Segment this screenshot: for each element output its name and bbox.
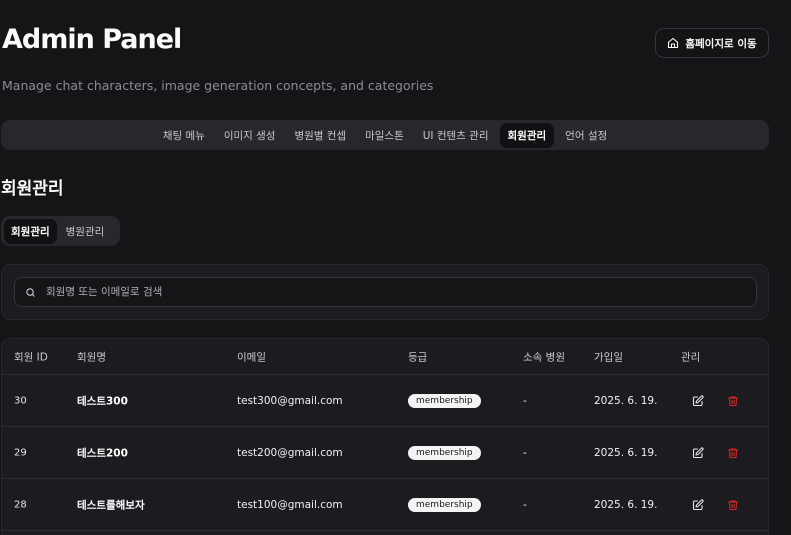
table-row: 28 테스트를해보자 test100@gmail.com membership … — [2, 479, 768, 531]
member-id: 29 — [14, 447, 27, 458]
member-email: test100@gmail.com — [237, 498, 343, 511]
trash-icon — [727, 499, 739, 510]
member-id: 30 — [14, 395, 27, 406]
home-button-label: 홈페이지로 이동 — [685, 37, 757, 50]
tab-hospital-concept[interactable]: 병원별 컨셉 — [286, 123, 354, 148]
home-button[interactable]: 홈페이지로 이동 — [655, 28, 769, 58]
edit-button[interactable] — [691, 498, 705, 512]
column-header-manage: 관리 — [681, 351, 701, 363]
edit-button[interactable] — [691, 394, 705, 408]
subtab-hospitals[interactable]: 병원관리 — [59, 219, 112, 244]
trash-icon — [727, 395, 739, 406]
member-joined-date: 2025. 6. 19. — [594, 394, 658, 407]
column-header-id: 회원 ID — [14, 351, 48, 363]
edit-icon — [692, 498, 704, 510]
member-hospital: - — [523, 446, 527, 459]
tab-chat-menu[interactable]: 채팅 메뉴 — [155, 123, 213, 148]
grade-badge: membership — [408, 497, 481, 512]
grade-badge: membership — [408, 393, 481, 408]
home-icon — [667, 37, 679, 49]
edit-icon — [692, 394, 704, 406]
sub-tabs: 회원관리 병원관리 — [1, 216, 120, 246]
member-hospital: - — [523, 394, 527, 407]
subtab-members[interactable]: 회원관리 — [4, 218, 57, 244]
tab-member-management[interactable]: 회원관리 — [499, 122, 555, 148]
member-name: 테스트300 — [77, 395, 128, 407]
member-joined-date: 2025. 6. 19. — [594, 446, 658, 459]
grade-badge: membership — [408, 445, 481, 460]
member-email: test300@gmail.com — [237, 394, 343, 407]
column-header-grade: 등급 — [408, 351, 428, 363]
delete-button[interactable] — [726, 446, 740, 460]
search-box — [14, 277, 757, 307]
table-header: 회원 ID 회원명 이메일 등급 소속 병원 가입일 관리 — [2, 339, 768, 375]
column-header-email: 이메일 — [237, 351, 266, 363]
tab-milestone[interactable]: 마일스톤 — [357, 123, 412, 148]
table-row: 29 테스트200 test200@gmail.com membership -… — [2, 427, 768, 479]
column-header-hospital: 소속 병원 — [523, 351, 565, 363]
tab-image-generation[interactable]: 이미지 생성 — [216, 123, 284, 148]
member-name: 테스트200 — [77, 447, 128, 459]
member-name: 테스트를해보자 — [77, 499, 145, 511]
member-joined-date: 2025. 6. 19. — [594, 498, 658, 511]
search-icon — [25, 287, 36, 298]
page-title: Admin Panel — [2, 24, 182, 55]
column-header-name: 회원명 — [77, 351, 106, 363]
search-input[interactable] — [46, 286, 726, 298]
table-row: 30 테스트300 test300@gmail.com membership -… — [2, 375, 768, 427]
main-nav: 채팅 메뉴 이미지 생성 병원별 컨셉 마일스톤 UI 컨텐츠 관리 회원관리 … — [1, 120, 769, 150]
section-title: 회원관리 — [1, 179, 64, 199]
member-email: test200@gmail.com — [237, 446, 343, 459]
members-table: 회원 ID 회원명 이메일 등급 소속 병원 가입일 관리 30 테스트300 … — [1, 338, 769, 535]
search-card — [1, 264, 769, 320]
column-header-joined: 가입일 — [594, 351, 623, 363]
edit-button[interactable] — [691, 446, 705, 460]
delete-button[interactable] — [726, 498, 740, 512]
delete-button[interactable] — [726, 394, 740, 408]
trash-icon — [727, 447, 739, 458]
member-id: 28 — [14, 499, 27, 510]
page-subtitle: Manage chat characters, image generation… — [2, 78, 434, 93]
tab-language-settings[interactable]: 언어 설정 — [557, 123, 615, 148]
member-hospital: - — [523, 498, 527, 511]
edit-icon — [692, 446, 704, 458]
tab-ui-content[interactable]: UI 컨텐츠 관리 — [415, 123, 497, 148]
